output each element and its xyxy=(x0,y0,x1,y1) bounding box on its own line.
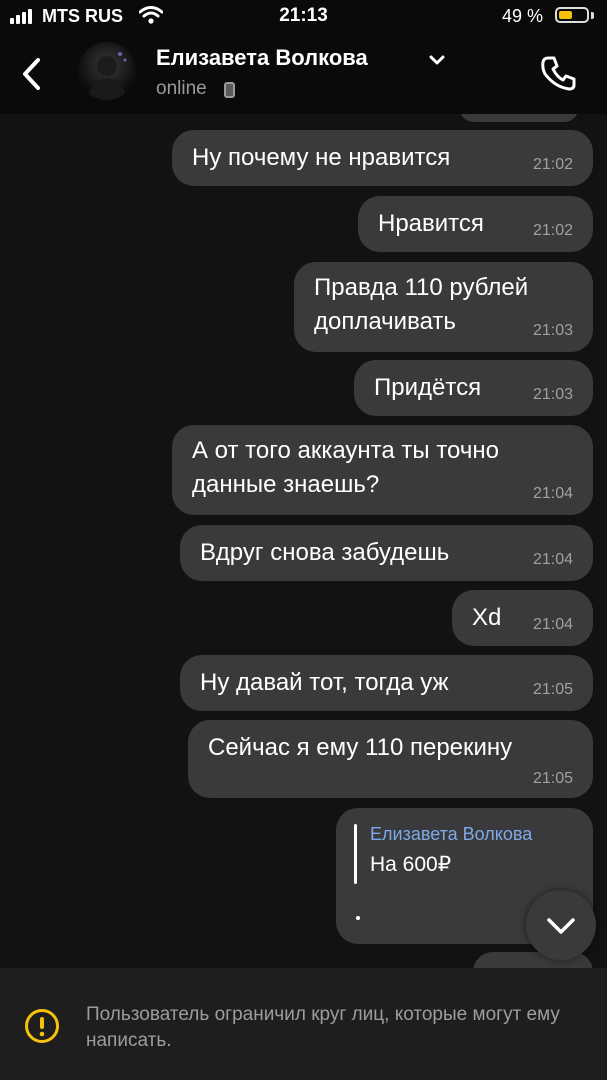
message-time: 21:04 xyxy=(532,551,573,568)
message-bubble[interactable]: Ну почему не нравится 21:02 xyxy=(172,130,593,186)
message-text: Придётся xyxy=(374,374,482,401)
message-bubble[interactable]: А от того аккаунта ты точно данные знаеш… xyxy=(172,425,593,515)
message-bubble[interactable]: Нравится 21:02 xyxy=(358,196,593,252)
message-text: Нравится xyxy=(378,210,484,237)
battery-level xyxy=(559,11,572,19)
contact-status: online xyxy=(156,78,207,99)
message-text-line2: доплачивать xyxy=(314,308,456,335)
message-time: 21:03 xyxy=(532,386,573,403)
message-bubble[interactable]: Xd 21:04 xyxy=(452,590,593,646)
reply-text: На 600₽ xyxy=(370,853,452,876)
phone-call-icon[interactable] xyxy=(538,52,580,94)
truncated-content-dot xyxy=(356,916,360,920)
message-text: Вдруг снова забудешь xyxy=(200,539,450,566)
avatar-person-icon xyxy=(88,52,127,100)
battery-icon xyxy=(555,7,589,23)
message-bubble[interactable]: Сейчас я ему 110 перекину 21:05 xyxy=(188,720,593,798)
message-time: 21:05 xyxy=(532,681,573,698)
scroll-to-bottom-button[interactable] xyxy=(526,890,596,960)
reply-quote-bar xyxy=(354,824,357,884)
message-text: Сейчас я ему 110 перекину xyxy=(208,734,513,761)
message-time: 21:04 xyxy=(532,485,573,502)
message-bubble[interactable]: Придётся 21:03 xyxy=(354,360,593,416)
reply-author: Елизавета Волкова xyxy=(370,824,533,844)
contact-name[interactable]: Елизавета Волкова xyxy=(156,45,368,71)
message-bubble[interactable]: Правда 110 рублей доплачивать 21:03 xyxy=(294,262,593,352)
message-time: 21:02 xyxy=(532,222,573,239)
message-time: 21:02 xyxy=(532,156,573,173)
battery-tip xyxy=(591,12,594,19)
message-text: Ну почему не нравится xyxy=(192,144,451,171)
chevron-down-icon[interactable] xyxy=(428,54,446,66)
mobile-device-icon xyxy=(224,82,235,98)
message-bubble[interactable]: Вдруг снова забудешь 21:04 xyxy=(180,525,593,581)
message-time: 21:03 xyxy=(532,322,573,339)
message-text: Xd xyxy=(472,604,502,631)
message-list[interactable]: Ну почему не нравится 21:02 Нравится 21:… xyxy=(0,114,607,968)
chat-header: Елизавета Волкова online xyxy=(0,34,607,114)
chevron-down-icon xyxy=(547,918,575,934)
message-text: Правда 110 рублей xyxy=(314,274,529,301)
avatar[interactable] xyxy=(78,42,136,100)
battery-percent: 49 % xyxy=(502,6,544,26)
back-arrow-icon[interactable] xyxy=(14,52,50,96)
message-text: Ну давай тот, тогда уж xyxy=(200,669,449,696)
message-bubble[interactable]: Ну давай тот, тогда уж 21:05 xyxy=(180,655,593,711)
message-time: 21:04 xyxy=(532,616,573,633)
message-bubble-partial[interactable] xyxy=(459,114,579,122)
status-bar: MTS RUS 21:13 49 % xyxy=(0,0,607,34)
message-text-line2: данные знаешь? xyxy=(192,471,380,498)
message-text: А от того аккаунта ты точно xyxy=(192,437,499,464)
message-time: 21:05 xyxy=(532,770,573,787)
warning-icon xyxy=(25,1009,59,1043)
restriction-notice-text: Пользователь ограничил круг лиц, которые… xyxy=(86,1004,560,1051)
restriction-notice: Пользователь ограничил круг лиц, которые… xyxy=(0,968,607,1080)
